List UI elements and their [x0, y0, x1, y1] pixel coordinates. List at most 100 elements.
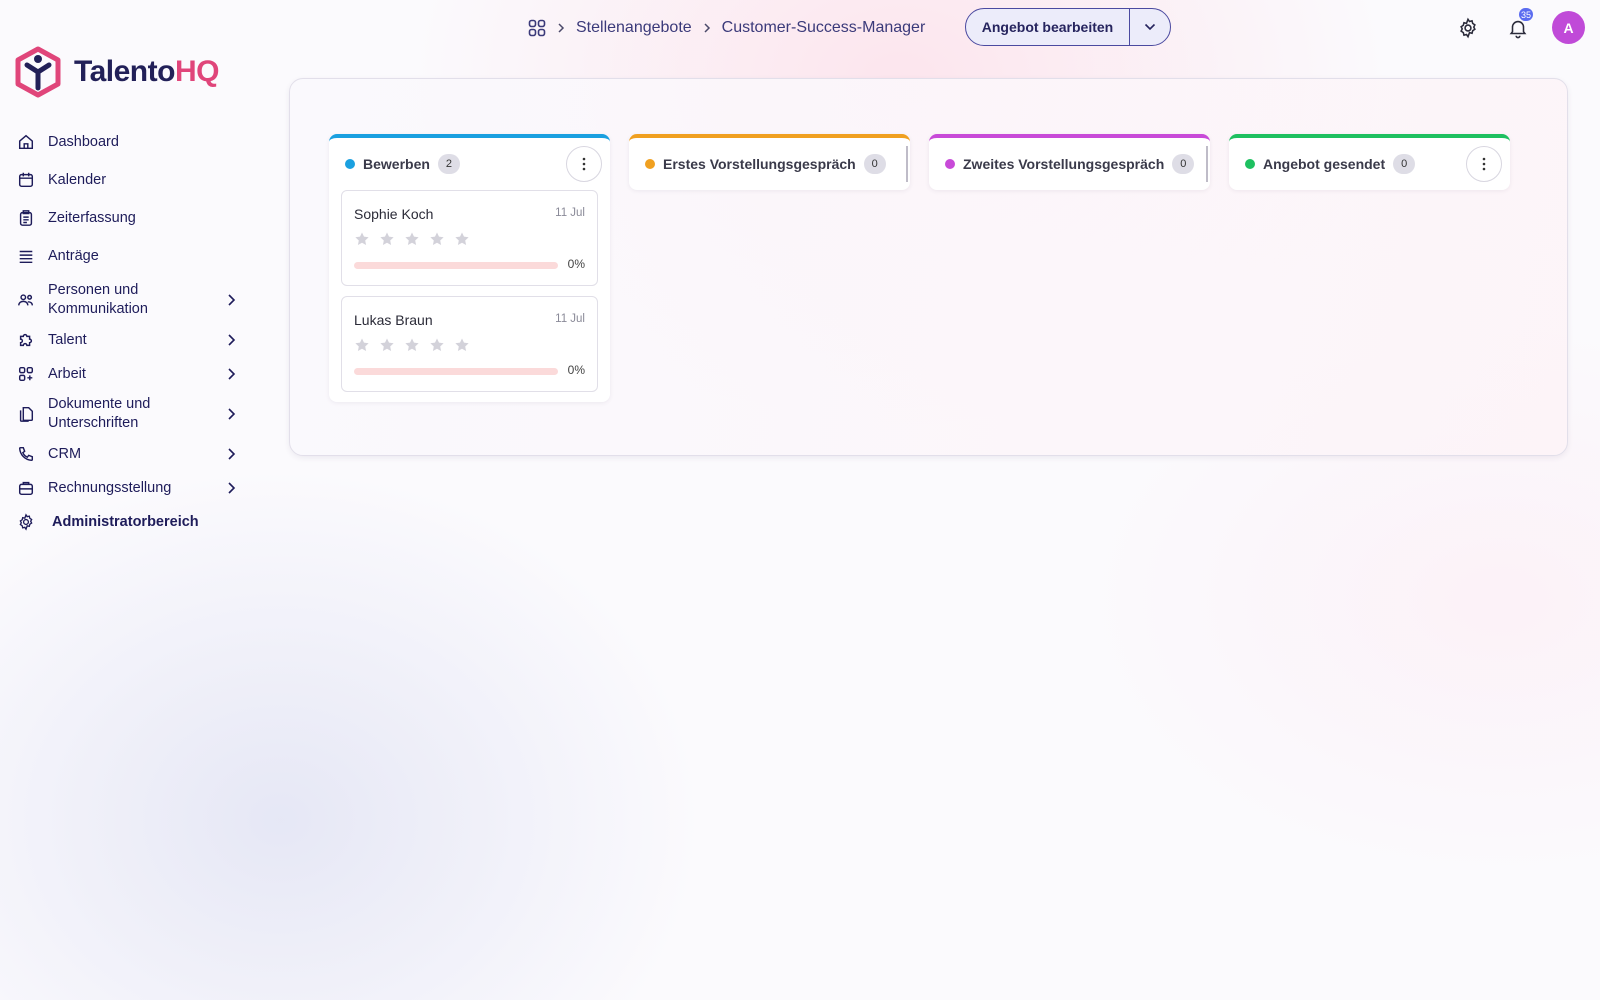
star-icon[interactable] — [454, 337, 470, 353]
chevron-down-icon[interactable] — [1130, 9, 1170, 45]
star-icon[interactable] — [429, 231, 445, 247]
stack-icon — [16, 246, 36, 266]
sidebar-item-label: Dashboard — [48, 133, 119, 150]
column-scrollbar[interactable] — [906, 146, 908, 182]
sidebar-item-label: Arbeit — [48, 365, 86, 382]
sidebar-item-label-line2: Kommunikation — [48, 301, 148, 317]
breadcrumb-item-current[interactable]: Customer-Success-Manager — [722, 19, 926, 37]
star-icon[interactable] — [354, 231, 370, 247]
gear-icon — [16, 512, 36, 532]
sidebar-item-documents[interactable]: Dokumente und Unterschriften — [16, 392, 246, 436]
column-title: Bewerben — [363, 156, 430, 172]
sidebar-item-label: Kalender — [48, 171, 107, 188]
candidate-date: 11 Jul — [555, 207, 585, 219]
sidebar-item-admin[interactable]: Administratorbereich — [16, 506, 246, 538]
sidebar-item-calendar[interactable]: Kalender — [16, 164, 246, 196]
candidate-card[interactable]: Sophie Koch 11 Jul 0% — [341, 190, 598, 286]
sidebar-item-label: Administratorbereich — [52, 513, 199, 530]
status-dot — [345, 159, 355, 169]
column-header: Erstes Vorstellungsgespräch 0 — [629, 138, 910, 190]
star-icon[interactable] — [404, 231, 420, 247]
progress-percent: 0% — [567, 257, 585, 271]
sidebar-item-label-line1: Dokumente und — [48, 396, 151, 412]
chevron-right-icon — [227, 367, 236, 381]
sidebar-item-time-tracking[interactable]: Zeiterfassung — [16, 202, 246, 234]
candidate-date: 11 Jul — [555, 313, 585, 325]
column-count-badge: 0 — [1172, 154, 1195, 174]
kanban-column-offer-sent: Angebot gesendet 0 — [1229, 134, 1510, 190]
brand-name: TalentoHQ — [74, 55, 219, 89]
column-count-badge: 2 — [437, 154, 460, 174]
star-icon[interactable] — [404, 337, 420, 353]
chevron-right-icon — [227, 481, 236, 495]
chevron-right-icon — [227, 407, 236, 421]
sidebar-item-people[interactable]: Personen und Kommunikation — [16, 278, 246, 322]
chevron-right-icon — [227, 293, 236, 307]
more-vertical-icon[interactable] — [566, 146, 602, 182]
brand-name-part1: Talento — [74, 55, 175, 88]
chevron-right-icon — [227, 333, 236, 347]
sidebar-item-dashboard[interactable]: Dashboard — [16, 126, 246, 158]
sidebar-item-requests[interactable]: Anträge — [16, 240, 246, 272]
star-rating[interactable] — [354, 337, 470, 353]
logo-cube-icon — [14, 46, 62, 98]
top-bar: Stellenangebote Customer-Success-Manager… — [0, 0, 1600, 56]
sidebar-item-label: CRM — [48, 445, 82, 462]
notifications-bell-icon[interactable]: 35 — [1502, 8, 1534, 44]
home-icon — [16, 132, 36, 152]
sidebar-nav: Dashboard Kalender Zeiterfassung Anträge… — [16, 126, 246, 538]
column-header: Angebot gesendet 0 — [1229, 138, 1510, 190]
star-icon[interactable] — [429, 337, 445, 353]
candidate-name: Sophie Koch — [354, 206, 434, 222]
sidebar-item-crm[interactable]: CRM — [16, 438, 246, 470]
star-rating[interactable] — [354, 231, 470, 247]
more-vertical-icon[interactable] — [1466, 146, 1502, 182]
calendar-icon — [16, 170, 36, 190]
phone-icon — [16, 444, 36, 464]
progress-percent: 0% — [567, 363, 585, 377]
sidebar-item-invoicing[interactable]: Rechnungsstellung — [16, 472, 246, 504]
status-dot — [645, 159, 655, 169]
sidebar-item-talent[interactable]: Talent — [16, 324, 246, 356]
briefcase-icon — [16, 478, 36, 498]
sidebar-item-label: Talent — [48, 331, 87, 348]
apps-icon — [16, 364, 36, 384]
sidebar-item-label-line2: Unterschriften — [48, 415, 139, 431]
edit-offer-split-button: Angebot bearbeiten — [965, 8, 1171, 46]
sidebar-item-label: Rechnungsstellung — [48, 479, 172, 496]
documents-icon — [16, 404, 36, 424]
column-header: Bewerben 2 — [329, 138, 610, 190]
sidebar-item-label: Zeiterfassung — [48, 209, 136, 226]
sidebar-item-label-line1: Personen und — [48, 282, 139, 298]
star-icon[interactable] — [379, 337, 395, 353]
edit-offer-button[interactable]: Angebot bearbeiten — [966, 9, 1129, 45]
star-icon[interactable] — [454, 231, 470, 247]
status-dot — [945, 159, 955, 169]
column-scrollbar[interactable] — [1206, 146, 1208, 182]
column-title: Zweites Vorstellungsgespräch — [963, 156, 1165, 172]
column-title: Angebot gesendet — [1263, 156, 1386, 172]
star-icon[interactable] — [354, 337, 370, 353]
breadcrumb-item-jobs[interactable]: Stellenangebote — [576, 19, 692, 37]
settings-gear-icon[interactable] — [1452, 12, 1484, 44]
kanban-column-second-interview: Zweites Vorstellungsgespräch 0 — [929, 134, 1210, 190]
column-header: Zweites Vorstellungsgespräch 0 — [929, 138, 1210, 190]
progress-bar — [354, 368, 558, 375]
avatar[interactable]: A — [1552, 11, 1585, 44]
sidebar-item-label: Anträge — [48, 247, 99, 264]
breadcrumb-separator-icon — [702, 22, 712, 34]
status-dot — [1245, 159, 1255, 169]
sidebar-item-work[interactable]: Arbeit — [16, 358, 246, 390]
brand-logo[interactable]: TalentoHQ — [14, 46, 219, 98]
apps-grid-icon[interactable] — [528, 19, 546, 37]
progress-bar — [354, 262, 558, 269]
brand-name-part2: HQ — [174, 55, 220, 88]
sidebar-item-label: Dokumente und Unterschriften — [48, 395, 150, 433]
kanban-column-apply: Bewerben 2 Sophie Koch 11 Jul 0% Lukas B… — [329, 134, 610, 402]
star-icon[interactable] — [379, 231, 395, 247]
candidate-card[interactable]: Lukas Braun 11 Jul 0% — [341, 296, 598, 392]
breadcrumb: Stellenangebote Customer-Success-Manager — [528, 14, 925, 42]
breadcrumb-separator-icon — [556, 22, 566, 34]
candidate-name: Lukas Braun — [354, 312, 433, 328]
chevron-right-icon — [227, 447, 236, 461]
